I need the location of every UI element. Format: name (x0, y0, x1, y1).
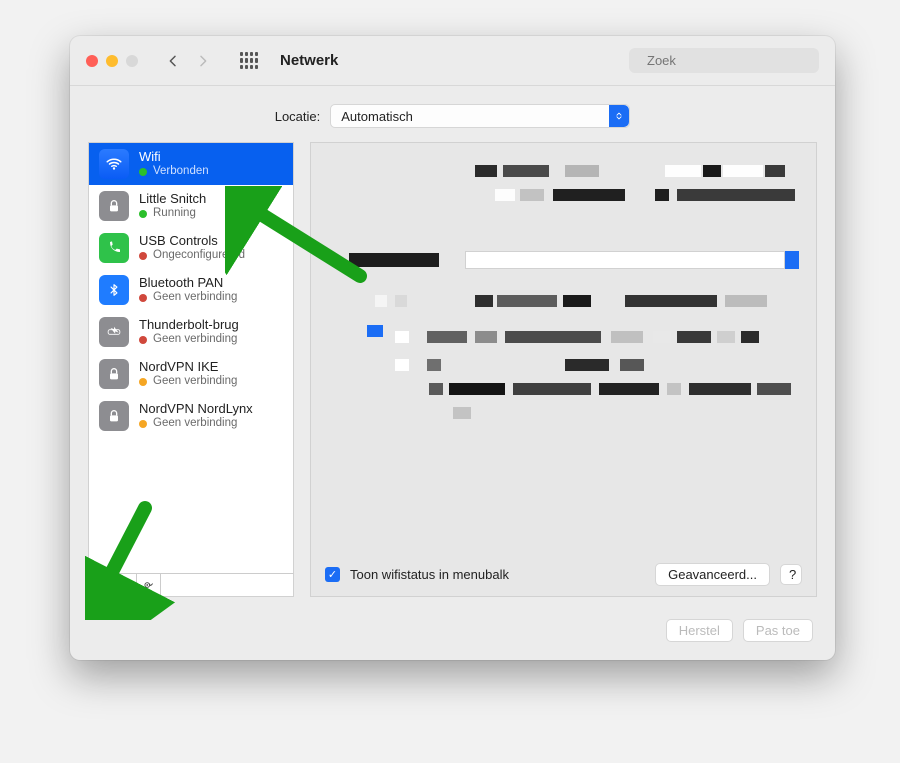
location-value: Automatisch (341, 109, 413, 124)
help-button[interactable]: ? (780, 564, 802, 585)
search-field[interactable] (629, 48, 819, 73)
minimize-window-button[interactable] (106, 55, 118, 67)
service-item[interactable]: NordVPN NordLynxGeen verbinding (89, 395, 293, 437)
location-row: Locatie: Automatisch (70, 86, 835, 142)
service-status: Geen verbinding (139, 375, 237, 389)
service-status: Running (139, 207, 206, 221)
nav-buttons (158, 46, 218, 76)
phone-icon (99, 233, 129, 263)
status-dot-icon (139, 294, 147, 302)
service-name: NordVPN IKE (139, 359, 237, 375)
service-item[interactable]: USB ControlsOngeconfigureerd (89, 227, 293, 269)
preferences-window: Netwerk Locatie: Automatisch WifiVerbond… (70, 36, 835, 660)
status-dot-icon (139, 378, 147, 386)
remove-service-button[interactable]: − (113, 574, 137, 596)
window-footer: Herstel Pas toe (70, 607, 835, 660)
service-name: Wifi (139, 149, 209, 165)
service-status: Verbonden (139, 165, 209, 179)
chevron-updown-icon (609, 105, 629, 127)
service-item[interactable]: Bluetooth PANGeen verbinding (89, 269, 293, 311)
window-title: Netwerk (280, 52, 338, 69)
service-item[interactable]: WifiVerbonden (89, 143, 293, 185)
location-select[interactable]: Automatisch (330, 104, 630, 128)
status-dot-icon (139, 336, 147, 344)
bluetooth-icon (99, 275, 129, 305)
body: WifiVerbondenLittle SnitchRunningUSB Con… (70, 142, 835, 607)
service-name: Little Snitch (139, 191, 206, 207)
gear-dropdown-icon (142, 578, 156, 592)
sidebar: WifiVerbondenLittle SnitchRunningUSB Con… (88, 142, 294, 597)
wifi-icon (99, 149, 129, 179)
chevron-right-icon (195, 53, 211, 69)
service-name: NordVPN NordLynx (139, 401, 253, 417)
titlebar: Netwerk (70, 36, 835, 86)
service-list: WifiVerbondenLittle SnitchRunningUSB Con… (88, 142, 294, 573)
lock-icon (99, 401, 129, 431)
service-name: Thunderbolt-brug (139, 317, 239, 333)
status-dot-icon (139, 420, 147, 428)
location-label: Locatie: (275, 109, 321, 124)
close-window-button[interactable] (86, 55, 98, 67)
grid-icon (240, 52, 258, 70)
sidebar-toolbar: ＋ − (88, 573, 294, 597)
service-status: Ongeconfigureerd (139, 249, 245, 263)
service-status: Geen verbinding (139, 417, 253, 431)
service-status: Geen verbinding (139, 333, 239, 347)
search-input[interactable] (645, 52, 825, 69)
lock-icon (99, 191, 129, 221)
redacted-details (325, 157, 802, 563)
forward-button[interactable] (188, 46, 218, 76)
back-button[interactable] (158, 46, 188, 76)
service-name: USB Controls (139, 233, 245, 249)
add-service-button[interactable]: ＋ (89, 574, 113, 596)
lock-icon (99, 359, 129, 389)
revert-button[interactable]: Herstel (666, 619, 733, 642)
service-actions-button[interactable] (137, 574, 161, 596)
show-all-button[interactable] (234, 46, 264, 76)
traffic-lights (86, 55, 138, 67)
service-status: Geen verbinding (139, 291, 237, 305)
service-name: Bluetooth PAN (139, 275, 237, 291)
service-item[interactable]: Thunderbolt-brugGeen verbinding (89, 311, 293, 353)
thunderbolt-icon (99, 317, 129, 347)
details-footer: ✓ Toon wifistatus in menubalk Geavanceer… (325, 563, 802, 586)
status-dot-icon (139, 210, 147, 218)
maximize-window-button[interactable] (126, 55, 138, 67)
status-dot-icon (139, 252, 147, 260)
chevron-left-icon (165, 53, 181, 69)
apply-button[interactable]: Pas toe (743, 619, 813, 642)
service-item[interactable]: NordVPN IKEGeen verbinding (89, 353, 293, 395)
service-item[interactable]: Little SnitchRunning (89, 185, 293, 227)
status-dot-icon (139, 168, 147, 176)
advanced-button[interactable]: Geavanceerd... (655, 563, 770, 586)
details-pane: ✓ Toon wifistatus in menubalk Geavanceer… (310, 142, 817, 597)
show-wifi-status-checkbox[interactable]: ✓ (325, 567, 340, 582)
show-wifi-status-label: Toon wifistatus in menubalk (350, 567, 509, 582)
